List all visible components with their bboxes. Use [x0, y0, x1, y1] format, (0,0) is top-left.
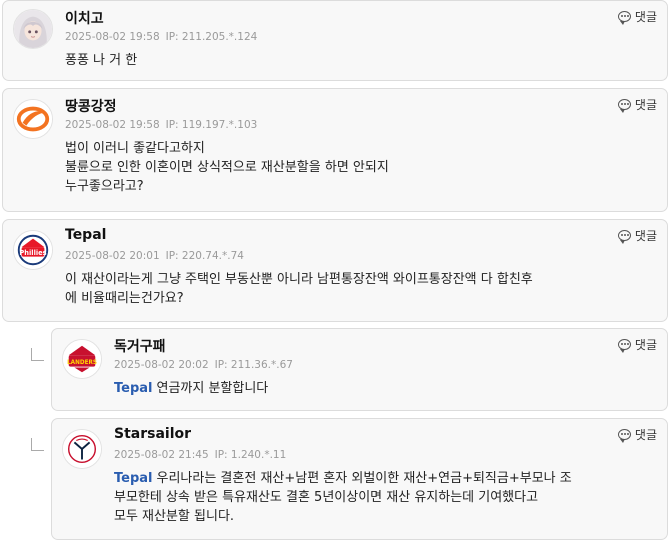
comment-date: 2025-08-02 19:58 — [65, 31, 160, 43]
reply-indent-marker — [31, 348, 44, 361]
comment-date: 2025-08-02 21:45 — [114, 449, 209, 461]
comment-ip: IP: 220.74.*.74 — [165, 250, 244, 262]
speech-bubble-icon — [617, 230, 631, 244]
comment-line: Tepal 연금까지 분할합니다 — [114, 379, 655, 398]
hanwha-eagles-logo-icon[interactable] — [13, 99, 53, 139]
speech-bubble-icon — [617, 429, 631, 443]
comment-date: 2025-08-02 20:01 — [65, 250, 160, 262]
speech-bubble-icon — [617, 11, 631, 25]
comment-body: Tepal 연금까지 분할합니다 — [114, 379, 655, 398]
comment-line: 퐁퐁 나 거 한 — [65, 53, 138, 68]
reply-label: 댓글 — [634, 98, 657, 112]
reply-button[interactable]: 댓글 — [617, 336, 657, 353]
comment-ip: IP: 119.197.*.103 — [165, 119, 258, 131]
speech-bubble-icon — [617, 99, 631, 113]
reply-label: 댓글 — [634, 229, 657, 243]
comment-card: 이치고 2025-08-02 19:58 IP: 211.205.*.124 퐁퐁… — [2, 0, 668, 81]
comment-line: 모두 재산분할 됩니다. — [114, 509, 235, 524]
reply-indent-marker — [31, 438, 44, 451]
landers-logo-icon[interactable]: LANDERS — [62, 339, 102, 379]
comment-author[interactable]: 땅콩강정 — [65, 96, 117, 116]
reply-button[interactable]: 댓글 — [617, 8, 657, 25]
comment-author[interactable]: 독거구패 — [114, 336, 166, 356]
comment-line: 부모한테 상속 받은 특유재산도 결혼 5년이상이면 재산 유지하는데 기여했다… — [114, 490, 539, 505]
comment-meta: 2025-08-02 20:02 IP: 211.36.*.67 — [114, 359, 293, 371]
comment-body: 퐁퐁 나 거 한 — [65, 51, 655, 70]
comment-line: 이 재산이라는게 그냥 주택인 부동산뿐 아니라 남편통장잔액 와이프통장잔액 … — [65, 272, 533, 287]
yankees-logo-icon[interactable] — [62, 429, 102, 469]
mention-link[interactable]: Tepal — [114, 381, 153, 396]
comment-author[interactable]: Starsailor — [114, 426, 191, 442]
comment-line: 불륜으로 인한 이혼이면 상식적으로 재산분할을 하면 안되지 — [65, 160, 389, 175]
comment-card: Phillies Tepal 2025-08-02 20:01 IP: 220.7… — [2, 219, 668, 322]
reply-label: 댓글 — [634, 428, 657, 442]
comment-line: Tepal 우리나라는 결혼전 재산+남편 혼자 외벌이한 재산+연금+퇴직금+부… — [114, 469, 655, 488]
comment-author[interactable]: Tepal — [65, 227, 106, 243]
comment-line: 법이 이러니 좋같다고하지 — [65, 141, 205, 156]
phillies-logo-icon[interactable]: Phillies — [13, 230, 53, 270]
reply-card: LANDERS 독거구패 2025-08-02 20:02 IP: 211.36.… — [51, 328, 668, 411]
comment-meta: 2025-08-02 19:58 IP: 211.205.*.124 — [65, 31, 257, 43]
comment-line: 에 비율때리는건가요? — [65, 291, 184, 306]
comment-line-text: 우리나라는 결혼전 재산+남편 혼자 외벌이한 재산+연금+퇴직금+부모나 조 — [156, 471, 572, 486]
reply-label: 댓글 — [634, 10, 657, 24]
comment-ip: IP: 211.205.*.124 — [165, 31, 258, 43]
comment-meta: 2025-08-02 21:45 IP: 1.240.*.11 — [114, 449, 286, 461]
comment-body: Tepal 우리나라는 결혼전 재산+남편 혼자 외벌이한 재산+연금+퇴직금+부… — [114, 469, 655, 526]
comment-card: 땅콩강정 2025-08-02 19:58 IP: 119.197.*.103 법… — [2, 88, 668, 212]
comment-author[interactable]: 이치고 — [65, 8, 104, 28]
comment-ip: IP: 211.36.*.67 — [214, 359, 293, 371]
svg-text:LANDERS: LANDERS — [67, 360, 97, 366]
anime-girl-avatar-icon[interactable] — [13, 9, 53, 49]
comment-meta: 2025-08-02 19:58 IP: 119.197.*.103 — [65, 119, 257, 131]
comment-date: 2025-08-02 19:58 — [65, 119, 160, 131]
comment-meta: 2025-08-02 20:01 IP: 220.74.*.74 — [65, 250, 244, 262]
comment-body: 이 재산이라는게 그냥 주택인 부동산뿐 아니라 남편통장잔액 와이프통장잔액 … — [65, 270, 655, 308]
comment-ip: IP: 1.240.*.11 — [214, 449, 287, 461]
reply-label: 댓글 — [634, 338, 657, 352]
comment-date: 2025-08-02 20:02 — [114, 359, 209, 371]
svg-text:Phillies: Phillies — [19, 249, 46, 257]
mention-link[interactable]: Tepal — [114, 471, 153, 486]
comment-body: 법이 이러니 좋같다고하지 불륜으로 인한 이혼이면 상식적으로 재산분할을 하… — [65, 139, 655, 196]
comment-line-text: 연금까지 분할합니다 — [156, 381, 269, 396]
comment-line: 누구좋으라고? — [65, 179, 144, 194]
reply-card: Starsailor 2025-08-02 21:45 IP: 1.240.*.1… — [51, 418, 668, 540]
speech-bubble-icon — [617, 339, 631, 353]
reply-button[interactable]: 댓글 — [617, 96, 657, 113]
reply-button[interactable]: 댓글 — [617, 227, 657, 244]
reply-button[interactable]: 댓글 — [617, 426, 657, 443]
